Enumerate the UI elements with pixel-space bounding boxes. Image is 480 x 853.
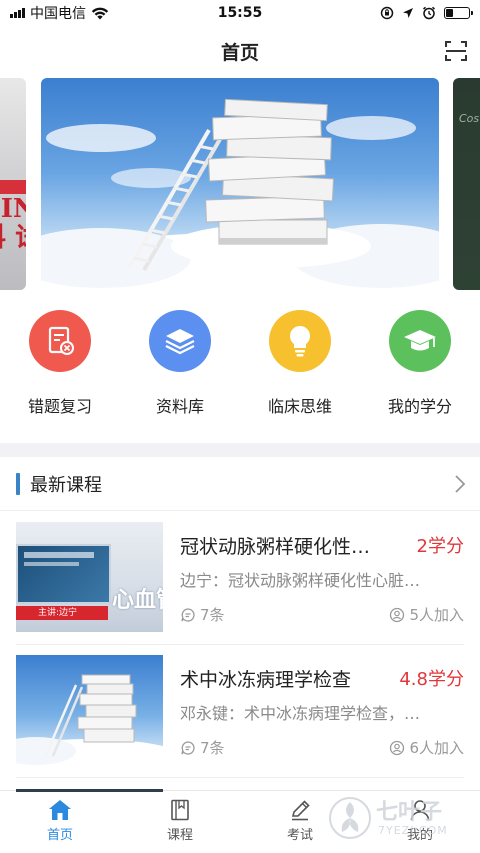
comment-icon bbox=[181, 607, 195, 622]
latest-courses-header[interactable]: 最新课程 bbox=[0, 457, 480, 511]
course-item[interactable]: 术中冰冻病理学检查 4.8学分 邓永键：术中冰冻病理学检查，… 7条 6人加入 bbox=[16, 645, 464, 778]
rotation-lock-icon bbox=[380, 6, 394, 20]
course-title: 冠状动脉粥样硬化性… bbox=[180, 536, 371, 558]
menu-label: 资料库 bbox=[155, 397, 204, 416]
section-divider bbox=[0, 443, 480, 457]
tab-me[interactable]: 我的 bbox=[360, 791, 480, 853]
comment-count-label: 7条 bbox=[200, 739, 225, 757]
banner-slide-next[interactable]: Cos Rela bbox=[453, 78, 480, 290]
books-ladder-illustration bbox=[41, 98, 439, 290]
menu-label: 我的学分 bbox=[387, 397, 452, 416]
error-review-icon bbox=[29, 310, 91, 372]
banner-slide-current[interactable] bbox=[41, 78, 439, 290]
thumb-text: 心血管 bbox=[112, 588, 163, 613]
location-icon bbox=[403, 8, 413, 18]
graduation-cap-icon bbox=[389, 310, 451, 372]
home-icon bbox=[49, 800, 71, 820]
joined-count-label: 5人加入 bbox=[409, 606, 464, 624]
comment-icon bbox=[181, 740, 195, 755]
tab-courses[interactable]: 课程 bbox=[120, 791, 240, 853]
comment-count-label: 7条 bbox=[200, 606, 225, 624]
alarm-icon bbox=[423, 6, 435, 20]
chevron-right-icon[interactable] bbox=[454, 474, 466, 494]
battery-icon bbox=[444, 7, 473, 19]
user-icon bbox=[410, 800, 430, 821]
course-list: 主讲:边宁 心血管 冠状动脉粥样硬化性… 2学分 边宁：冠状动脉粥样硬化性心脏…… bbox=[0, 512, 480, 778]
tab-home[interactable]: 首页 bbox=[0, 791, 120, 853]
thumb-caption: 主讲:边宁 bbox=[16, 606, 108, 620]
signal-icon bbox=[10, 8, 25, 18]
course-credit: 2学分 bbox=[416, 536, 464, 557]
lightbulb-icon bbox=[269, 310, 331, 372]
layers-icon bbox=[149, 310, 211, 372]
course-credit: 4.8学分 bbox=[399, 669, 464, 690]
status-left: 中国电信 bbox=[10, 3, 109, 23]
nav-bar: 首页 bbox=[0, 26, 480, 76]
menu-error-review[interactable]: 错题复习 bbox=[0, 310, 120, 420]
book-icon bbox=[171, 799, 189, 821]
user-circle-icon bbox=[390, 740, 405, 755]
status-bar: 中国电信 15:55 bbox=[0, 0, 480, 26]
comment-count: 7条 bbox=[180, 604, 225, 625]
tab-indicator bbox=[16, 789, 163, 792]
pen-icon bbox=[291, 800, 310, 821]
tab-label: 课程 bbox=[166, 828, 193, 843]
menu-my-credits[interactable]: 我的学分 bbox=[360, 310, 480, 420]
joined-count: 5人加入 bbox=[389, 604, 464, 625]
course-title: 术中冰冻病理学检查 bbox=[180, 669, 352, 691]
section-title: 最新课程 bbox=[30, 474, 102, 496]
menu-label: 临床思维 bbox=[267, 397, 332, 416]
joined-count-label: 6人加入 bbox=[409, 739, 464, 757]
section-accent-bar bbox=[16, 472, 20, 495]
tab-label: 我的 bbox=[406, 828, 433, 843]
tab-label: 首页 bbox=[46, 828, 73, 843]
comment-count: 7条 bbox=[180, 737, 225, 758]
course-description: 邓永键：术中冰冻病理学检查，… bbox=[180, 704, 421, 723]
course-item[interactable]: 主讲:边宁 心血管 冠状动脉粥样硬化性… 2学分 边宁：冠状动脉粥样硬化性心脏…… bbox=[16, 512, 464, 645]
wifi-icon bbox=[91, 7, 109, 19]
joined-count: 6人加入 bbox=[389, 737, 464, 758]
banner-carousel[interactable]: CINE 科 试 bbox=[0, 78, 480, 290]
quick-menu: 错题复习 资料库 临床思维 我的学分 bbox=[0, 310, 480, 420]
carrier-label: 中国电信 bbox=[30, 6, 86, 22]
books-ladder-thumbnail bbox=[16, 674, 163, 765]
tab-label: 考试 bbox=[286, 828, 313, 843]
user-circle-icon bbox=[390, 607, 405, 622]
menu-label: 错题复习 bbox=[27, 397, 92, 416]
bottom-tab-bar: 首页 课程 考试 我的 bbox=[0, 789, 480, 853]
course-description: 边宁：冠状动脉粥样硬化性心脏… bbox=[180, 571, 421, 590]
menu-library[interactable]: 资料库 bbox=[120, 310, 240, 420]
status-right bbox=[380, 6, 473, 20]
tab-exams[interactable]: 考试 bbox=[240, 791, 360, 853]
course-thumbnail bbox=[16, 655, 163, 765]
page-title: 首页 bbox=[220, 41, 259, 64]
scan-icon[interactable] bbox=[444, 40, 468, 62]
menu-clinical-thinking[interactable]: 临床思维 bbox=[240, 310, 360, 420]
course-thumbnail: 主讲:边宁 心血管 bbox=[16, 522, 163, 632]
banner-slide-prev[interactable]: CINE 科 试 bbox=[0, 78, 26, 290]
banner-prev-text: CINE 科 试 bbox=[0, 194, 26, 252]
banner-next-text: Cos Rela bbox=[459, 112, 480, 125]
